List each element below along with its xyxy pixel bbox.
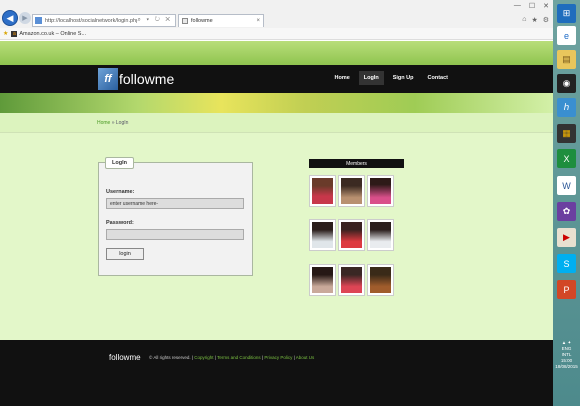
back-arrow-icon: ◀ bbox=[6, 12, 14, 23]
username-input[interactable]: enter username here- bbox=[106, 198, 244, 209]
footer-logo: followme bbox=[109, 353, 141, 362]
excel-icon[interactable]: X bbox=[557, 149, 576, 168]
password-input[interactable] bbox=[106, 229, 244, 240]
tab-close-icon[interactable]: × bbox=[256, 18, 263, 24]
password-label: Password: bbox=[106, 220, 134, 226]
member-photo[interactable] bbox=[367, 175, 394, 207]
nav-home[interactable]: Home bbox=[329, 71, 354, 85]
amazon-icon: a bbox=[11, 30, 18, 37]
window-controls: — ☐ ✕ bbox=[514, 2, 549, 10]
settings-icon[interactable]: ⚙ bbox=[543, 16, 549, 24]
forward-button[interactable]: ▶ bbox=[19, 12, 31, 24]
address-url[interactable]: http://localhost/socialnetwork/login.php bbox=[45, 18, 137, 24]
media-player-icon[interactable]: ▶ bbox=[557, 228, 576, 247]
site-logo[interactable]: ff followme bbox=[98, 68, 174, 90]
back-button[interactable]: ◀ bbox=[2, 10, 18, 26]
media-app-icon[interactable]: ▦ bbox=[557, 124, 576, 143]
windows-taskbar: ⊞ e ▤ ◉ ℎ ▦ X W ✿ ▶ S P ▲ ✦ ENG INTL 15:… bbox=[553, 0, 580, 406]
member-photo[interactable] bbox=[367, 219, 394, 251]
tab-label[interactable]: followme bbox=[191, 18, 256, 24]
logo-text: followme bbox=[119, 71, 175, 87]
site-header: ff followme Home LogIn Sign Up Contact bbox=[0, 65, 553, 93]
footer-link-about[interactable]: About Us bbox=[296, 355, 315, 360]
maximize-icon[interactable]: ☐ bbox=[529, 2, 535, 10]
powerpoint-icon[interactable]: P bbox=[557, 280, 576, 299]
nav-login[interactable]: LogIn bbox=[358, 71, 384, 85]
nav-contact[interactable]: Contact bbox=[423, 71, 453, 85]
login-legend: LogIn bbox=[105, 157, 134, 169]
member-photo[interactable] bbox=[338, 219, 365, 251]
breadcrumb-current: LogIn bbox=[115, 120, 129, 126]
member-photo[interactable] bbox=[338, 264, 365, 296]
member-photo[interactable] bbox=[367, 264, 394, 296]
breadcrumb-home[interactable]: Home bbox=[97, 120, 110, 126]
member-photo[interactable] bbox=[309, 175, 336, 207]
tab-favicon-icon bbox=[182, 18, 188, 24]
footer-text: © All rights reserved. | Copyright | Ter… bbox=[149, 355, 315, 360]
home-icon[interactable]: ⌂ bbox=[522, 16, 526, 24]
tray-date[interactable]: 18/08/2015 bbox=[553, 364, 580, 370]
username-label: Username: bbox=[106, 189, 135, 195]
login-form: LogIn Username: enter username here- Pas… bbox=[98, 157, 253, 276]
member-photo[interactable] bbox=[338, 175, 365, 207]
members-title: Members bbox=[309, 159, 404, 168]
breadcrumb-separator: » bbox=[111, 120, 115, 126]
footer-link-copyright[interactable]: Copyright bbox=[194, 355, 213, 360]
favorites-bar: ★ a Amazon.co.uk – Online S... bbox=[0, 28, 553, 40]
file-explorer-icon[interactable]: ▤ bbox=[557, 50, 576, 69]
footer-link-privacy[interactable]: Privacy Policy bbox=[264, 355, 292, 360]
address-bar[interactable]: http://localhost/socialnetwork/login.php… bbox=[32, 14, 176, 27]
skype-icon[interactable]: S bbox=[557, 254, 576, 273]
page-favicon-icon bbox=[35, 17, 42, 24]
forward-arrow-icon: ▶ bbox=[22, 15, 28, 22]
decorative-banner bbox=[0, 93, 553, 113]
breadcrumb: Home » LogIn bbox=[0, 113, 553, 133]
system-tray: ▲ ✦ ENG INTL 15:00 18/08/2015 bbox=[553, 340, 580, 370]
camera-app-icon[interactable]: ◉ bbox=[557, 74, 576, 93]
windows-start-icon[interactable]: ⊞ bbox=[557, 4, 576, 23]
address-bar-icons[interactable]: ⌕ ▾ ↻ ✕ bbox=[137, 17, 175, 24]
settings-app-icon[interactable]: ✿ bbox=[557, 202, 576, 221]
footer-copyright: © All rights reserved. bbox=[149, 355, 191, 360]
main-nav: Home LogIn Sign Up Contact bbox=[329, 71, 453, 85]
site-footer: followme © All rights reserved. | Copyri… bbox=[0, 340, 553, 406]
favorites-icon[interactable]: ★ bbox=[531, 16, 537, 24]
word-icon[interactable]: W bbox=[557, 176, 576, 195]
member-photo[interactable] bbox=[309, 264, 336, 296]
browser-tab[interactable]: followme × bbox=[178, 14, 264, 27]
member-photo[interactable] bbox=[309, 219, 336, 251]
browser-tools: ⌂ ★ ⚙ bbox=[522, 16, 549, 24]
close-window-icon[interactable]: ✕ bbox=[543, 2, 549, 10]
favorites-item-amazon[interactable]: Amazon.co.uk – Online S... bbox=[19, 31, 86, 37]
hp-icon[interactable]: ℎ bbox=[557, 98, 576, 117]
minimize-icon[interactable]: — bbox=[514, 2, 521, 10]
web-page: ff followme Home LogIn Sign Up Contact H… bbox=[0, 41, 553, 406]
footer-link-terms[interactable]: Terms and Conditions bbox=[217, 355, 261, 360]
top-green-band bbox=[0, 41, 553, 65]
logo-mark: ff bbox=[98, 68, 118, 90]
browser-window: ◀ ▶ http://localhost/socialnetwork/login… bbox=[0, 0, 553, 406]
favorites-star-icon[interactable]: ★ bbox=[3, 30, 8, 37]
internet-explorer-icon[interactable]: e bbox=[557, 26, 576, 45]
nav-signup[interactable]: Sign Up bbox=[388, 71, 419, 85]
login-button[interactable]: login bbox=[106, 248, 144, 260]
